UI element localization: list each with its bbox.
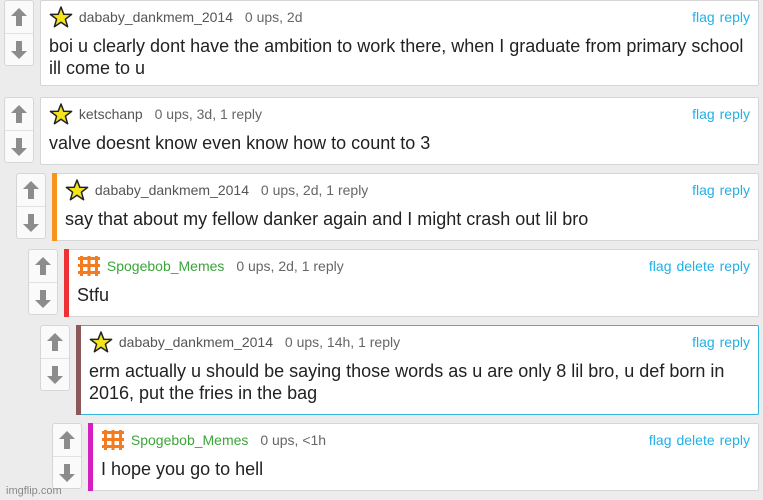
downvote-button[interactable] xyxy=(17,207,45,239)
reply-accent-bar xyxy=(64,249,69,317)
comment-box: ketschanp 0 ups, 3d, 1 reply flag reply v… xyxy=(40,97,759,165)
reply-accent-bar xyxy=(52,173,57,241)
comment-header: dababy_dankmem_2014 0 ups, 14h, 1 reply … xyxy=(89,331,750,353)
arrow-up-icon xyxy=(35,257,51,275)
username-link[interactable]: dababy_dankmem_2014 xyxy=(79,9,233,25)
flag-link[interactable]: flag xyxy=(692,182,715,198)
comment-stats: 0 ups, <1h xyxy=(260,432,327,448)
comment-header: dababy_dankmem_2014 0 ups, 2d flag reply xyxy=(49,6,750,28)
comment-stats: 0 ups, 2d, 1 reply xyxy=(260,182,369,198)
vote-panel xyxy=(4,97,34,163)
comment-box: dababy_dankmem_2014 0 ups, 2d, 1 reply f… xyxy=(52,173,759,241)
star-icon[interactable] xyxy=(49,103,73,125)
reply-link[interactable]: reply xyxy=(720,106,750,122)
arrow-down-icon xyxy=(23,214,39,232)
comment-actions: flag delete reply xyxy=(644,258,750,274)
flag-link[interactable]: flag xyxy=(692,9,715,25)
comment-header: ketschanp 0 ups, 3d, 1 reply flag reply xyxy=(49,103,750,125)
comment: dababy_dankmem_2014 0 ups, 2d flag reply … xyxy=(4,0,759,86)
comment-actions: flag reply xyxy=(687,334,750,350)
username-link[interactable]: dababy_dankmem_2014 xyxy=(119,334,273,350)
comment-stats: 0 ups, 3d, 1 reply xyxy=(154,106,263,122)
flag-link[interactable]: flag xyxy=(649,432,672,448)
comment-actions: flag reply xyxy=(687,106,750,122)
vote-panel xyxy=(16,173,46,239)
upvote-button[interactable] xyxy=(5,98,33,130)
comment: dababy_dankmem_2014 0 ups, 2d, 1 reply f… xyxy=(16,173,759,241)
reply-link[interactable]: reply xyxy=(720,334,750,350)
comment-box: Spogebob_Memes 0 ups, <1h flag delete repl… xyxy=(88,423,759,491)
reply-link[interactable]: reply xyxy=(720,9,750,25)
star-icon[interactable] xyxy=(49,6,73,28)
grid-avatar-icon[interactable] xyxy=(101,429,125,451)
flag-link[interactable]: flag xyxy=(692,106,715,122)
comment-text: boi u clearly dont have the ambition to … xyxy=(49,36,744,78)
grid-avatar-icon[interactable] xyxy=(77,255,101,277)
delete-link[interactable]: delete xyxy=(676,432,714,448)
arrow-down-icon xyxy=(11,138,27,156)
comment-text: say that about my fellow danker again an… xyxy=(65,209,589,229)
comment-box: Spogebob_Memes 0 ups, 2d, 1 reply flag de… xyxy=(64,249,759,317)
star-icon[interactable] xyxy=(65,179,89,201)
comment-actions: flag reply xyxy=(687,9,750,25)
comment-text: Stfu xyxy=(77,285,110,305)
arrow-down-icon xyxy=(47,366,63,384)
star-icon[interactable] xyxy=(89,331,113,353)
upvote-button[interactable] xyxy=(5,1,33,33)
arrow-up-icon xyxy=(59,431,75,449)
comment-header: Spogebob_Memes 0 ups, <1h flag delete repl… xyxy=(101,429,750,451)
reply-link[interactable]: reply xyxy=(720,182,750,198)
comment: Spogebob_Memes 0 ups, 2d, 1 reply flag de… xyxy=(28,249,759,317)
downvote-button[interactable] xyxy=(29,283,57,315)
username-link[interactable]: Spogebob_Memes xyxy=(107,258,225,274)
arrow-down-icon xyxy=(35,290,51,308)
comment-stats: 0 ups, 2d, 1 reply xyxy=(236,258,344,274)
comment-header: dababy_dankmem_2014 0 ups, 2d, 1 reply f… xyxy=(65,179,750,201)
vote-panel xyxy=(52,423,82,489)
comment-text: I hope you go to hell xyxy=(101,459,264,479)
upvote-button[interactable] xyxy=(29,250,57,282)
comment: dababy_dankmem_2014 0 ups, 14h, 1 reply … xyxy=(40,325,759,415)
flag-link[interactable]: flag xyxy=(692,334,715,350)
comment-text: valve doesnt know even know how to count… xyxy=(49,133,431,153)
reply-accent-bar xyxy=(88,423,93,491)
username-link[interactable]: dababy_dankmem_2014 xyxy=(95,182,249,198)
arrow-up-icon xyxy=(23,181,39,199)
comment: Spogebob_Memes 0 ups, <1h flag delete repl… xyxy=(52,423,759,491)
arrow-down-icon xyxy=(59,464,75,482)
comment-header: Spogebob_Memes 0 ups, 2d, 1 reply flag de… xyxy=(77,255,750,277)
arrow-down-icon xyxy=(11,41,27,59)
upvote-button[interactable] xyxy=(53,424,81,456)
reply-accent-bar xyxy=(76,325,81,415)
comment-text: erm actually u should be saying those wo… xyxy=(89,361,725,403)
comment-stats: 0 ups, 2d xyxy=(244,9,303,25)
comment-actions: flag delete reply xyxy=(644,432,750,448)
comment-box: dababy_dankmem_2014 0 ups, 2d flag reply … xyxy=(40,0,759,86)
flag-link[interactable]: flag xyxy=(649,258,672,274)
comment-actions: flag reply xyxy=(687,182,750,198)
vote-panel xyxy=(40,325,70,391)
arrow-up-icon xyxy=(11,105,27,123)
reply-link[interactable]: reply xyxy=(720,258,750,274)
reply-link[interactable]: reply xyxy=(720,432,750,448)
vote-panel xyxy=(28,249,58,315)
upvote-button[interactable] xyxy=(17,174,45,206)
downvote-button[interactable] xyxy=(5,34,33,66)
comment-stats: 0 ups, 14h, 1 reply xyxy=(284,334,401,350)
downvote-button[interactable] xyxy=(41,359,69,391)
comment: ketschanp 0 ups, 3d, 1 reply flag reply v… xyxy=(4,97,759,165)
delete-link[interactable]: delete xyxy=(676,258,714,274)
upvote-button[interactable] xyxy=(41,326,69,358)
imgflip-watermark: imgflip.com xyxy=(6,485,62,497)
arrow-up-icon xyxy=(47,333,63,351)
downvote-button[interactable] xyxy=(5,131,33,163)
vote-panel xyxy=(4,0,34,66)
arrow-up-icon xyxy=(11,8,27,26)
comment-box: dababy_dankmem_2014 0 ups, 14h, 1 reply … xyxy=(76,325,759,415)
username-link[interactable]: ketschanp xyxy=(79,106,143,122)
username-link[interactable]: Spogebob_Memes xyxy=(131,432,249,448)
